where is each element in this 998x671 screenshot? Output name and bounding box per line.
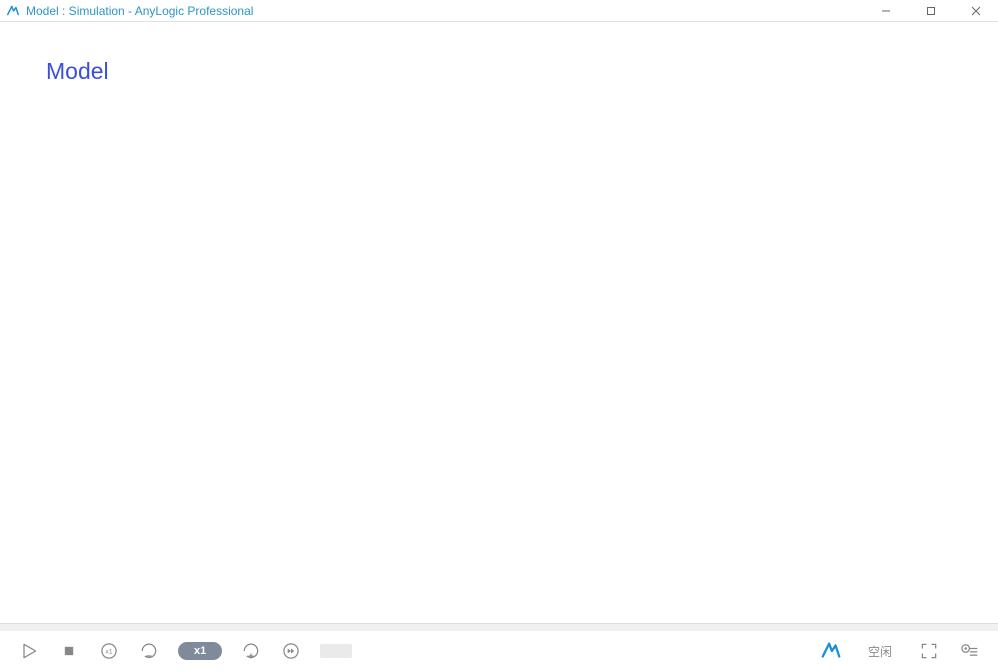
status-text: 空闲: [868, 643, 892, 660]
maximize-button[interactable]: [908, 0, 953, 22]
anylogic-logo-icon[interactable]: [820, 640, 842, 662]
fast-forward-button[interactable]: [280, 640, 302, 662]
svg-text:x1: x1: [105, 649, 112, 656]
settings-button[interactable]: [958, 640, 980, 662]
play-button[interactable]: [18, 640, 40, 662]
titlebar: Model : Simulation - AnyLogic Profession…: [0, 0, 998, 22]
window-title: Model : Simulation - AnyLogic Profession…: [26, 4, 253, 18]
speed-up-button[interactable]: [240, 640, 262, 662]
slow-down-button[interactable]: [138, 640, 160, 662]
close-button[interactable]: [953, 0, 998, 22]
time-slider[interactable]: [320, 644, 352, 658]
stop-button[interactable]: [58, 640, 80, 662]
model-heading: Model: [46, 58, 109, 85]
reset-speed-button[interactable]: x1: [98, 640, 120, 662]
simulation-toolbar: x1 x1 空闲: [0, 631, 998, 671]
separator: [0, 623, 998, 631]
fullscreen-button[interactable]: [918, 640, 940, 662]
app-icon: [6, 4, 20, 18]
minimize-button[interactable]: [863, 0, 908, 22]
simulation-canvas[interactable]: Model: [0, 22, 998, 623]
speed-indicator[interactable]: x1: [178, 642, 222, 660]
